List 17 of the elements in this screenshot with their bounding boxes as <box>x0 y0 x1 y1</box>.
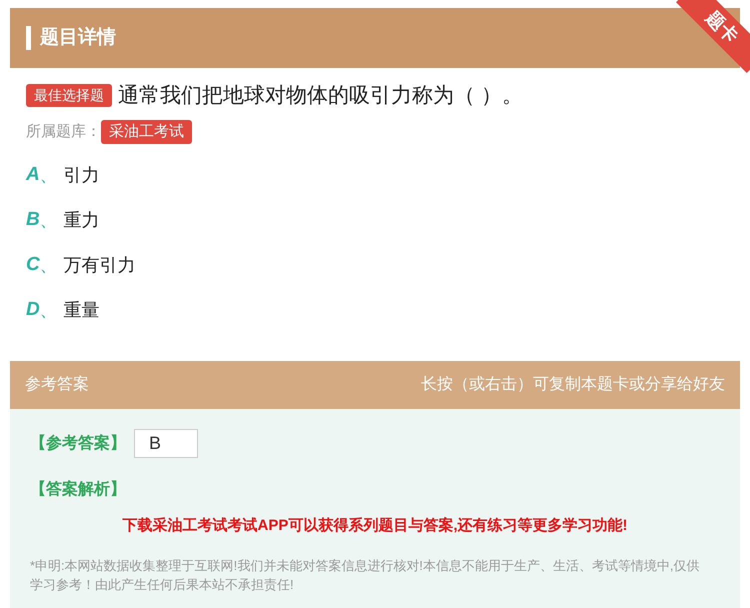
answer-header-title: 参考答案 <box>25 374 89 395</box>
question-text: 通常我们把地球对物体的吸引力称为（ ）。 <box>118 83 523 109</box>
bank-label: 所属题库： <box>26 122 101 142</box>
question-type-tag: 最佳选择题 <box>26 84 112 108</box>
disclaimer-text: *申明:本网站数据收集整理于互联网!我们并未能对答案信息进行核对!本信息不能用于生产、生活、考试等情境中,仅供学习参考！由此产生任何后果本站不承担责任! <box>30 557 701 594</box>
answer-option[interactable]: B、 重力 <box>26 207 724 233</box>
answer-value: B <box>134 429 198 458</box>
promo-text: 下载采油工考试考试APP可以获得系列题目与答案,还有练习等更多学习功能! <box>122 517 628 534</box>
accent-bar <box>26 26 31 50</box>
analysis-label: 【答案解析】 <box>30 481 126 498</box>
answer-option[interactable]: C、 万有引力 <box>26 252 724 278</box>
answer-label: 【参考答案】 <box>30 433 126 454</box>
header-title: 题目详情 <box>40 26 116 50</box>
bank-tag: 采油工考试 <box>101 120 192 144</box>
answer-option[interactable]: A、 引力 <box>26 162 724 188</box>
share-hint: 长按（或右击）可复制本题卡或分享给好友 <box>421 374 725 395</box>
answer-option[interactable]: D、 重量 <box>26 297 724 323</box>
